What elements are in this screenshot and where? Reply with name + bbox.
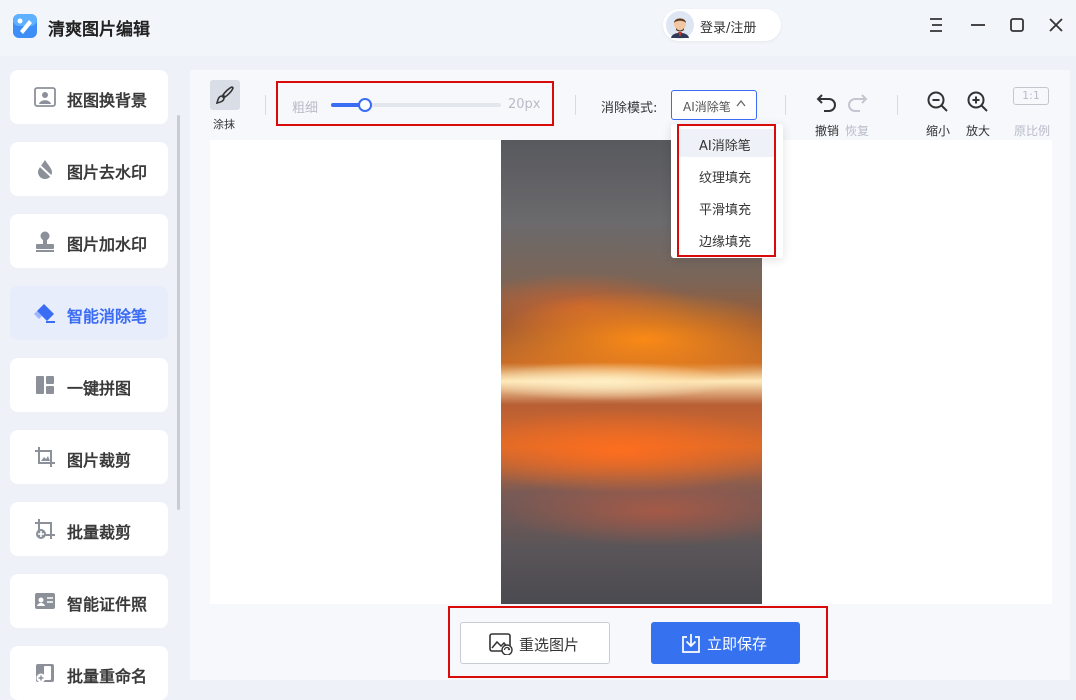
maximize-icon[interactable] — [1006, 14, 1028, 36]
original-ratio-button[interactable]: 1:1 原比例 — [1012, 78, 1052, 138]
highlight-action-buttons — [448, 606, 828, 678]
toolbar-divider — [897, 95, 898, 115]
close-icon[interactable] — [1045, 14, 1067, 36]
brush-icon — [215, 86, 234, 105]
smear-tool-button[interactable] — [210, 80, 240, 110]
sidebar-item-label: 智能消除笔 — [67, 307, 148, 326]
sidebar-item-label: 一键拼图 — [67, 379, 132, 398]
highlight-brush-size — [276, 81, 554, 126]
zoom-in-button[interactable]: 放大 — [958, 78, 998, 138]
sidebar-item-collage[interactable]: 一键拼图 — [10, 358, 168, 412]
eraser-icon — [34, 304, 55, 323]
zoom-in-label: 放大 — [965, 124, 990, 138]
sidebar-item-label: 图片加水印 — [67, 235, 148, 254]
redo-label: 恢复 — [844, 124, 869, 138]
title-bar: 清爽图片编辑 登录/注册 — [0, 0, 1076, 56]
minimize-icon[interactable] — [967, 14, 989, 36]
drop-icon — [36, 160, 54, 179]
sidebar-item-cutout-background[interactable]: 抠图换背景 — [10, 70, 168, 124]
portrait-icon — [34, 87, 56, 107]
toolbar-divider — [785, 95, 786, 115]
sidebar-item-label: 智能证件照 — [67, 595, 148, 614]
batch-crop-icon — [35, 519, 55, 539]
sidebar-item-remove-watermark[interactable]: 图片去水印 — [10, 142, 168, 196]
sidebar-item-id-photo[interactable]: 智能证件照 — [10, 574, 168, 628]
toolbar-divider — [265, 95, 266, 115]
smear-tool-label: 涂抹 — [213, 118, 235, 131]
erase-mode-select[interactable]: AI消除笔 — [671, 90, 757, 120]
sidebar-item-label: 批量重命名 — [67, 667, 148, 686]
undo-icon — [816, 94, 836, 112]
app-title: 清爽图片编辑 — [48, 20, 150, 40]
avatar-icon — [666, 11, 694, 39]
sidebar-item-label: 批量裁剪 — [67, 523, 132, 542]
sidebar-item-label: 图片裁剪 — [67, 451, 132, 470]
menu-icon[interactable] — [925, 14, 947, 36]
erase-mode-value: AI消除笔 — [683, 100, 731, 114]
app-logo-icon — [13, 14, 37, 38]
highlight-mode-options — [677, 124, 776, 257]
login-label: 登录/注册 — [700, 21, 757, 36]
editor-panel: 涂抹 粗细 20px 消除模式: AI消除笔 撤销 恢复 缩小 放大 1:1 原… — [190, 70, 1070, 680]
collage-icon — [36, 376, 54, 394]
sidebar: 抠图换背景 图片去水印 图片加水印 智能消除笔 一键拼图 图片裁剪 批量裁剪 智… — [0, 56, 188, 700]
zoom-out-icon — [927, 91, 948, 112]
zoom-out-button[interactable]: 缩小 — [918, 78, 958, 138]
sidebar-item-batch-rename[interactable]: 批量重命名 — [10, 646, 168, 700]
sidebar-item-batch-crop[interactable]: 批量裁剪 — [10, 502, 168, 556]
id-photo-icon — [35, 593, 55, 609]
original-ratio-label: 原比例 — [1013, 124, 1050, 138]
sidebar-item-add-watermark[interactable]: 图片加水印 — [10, 214, 168, 268]
sidebar-scrollbar[interactable] — [177, 115, 180, 510]
sidebar-item-crop[interactable]: 图片裁剪 — [10, 430, 168, 484]
zoom-in-icon — [967, 91, 988, 112]
redo-button[interactable]: 恢复 — [837, 78, 877, 138]
ratio-badge: 1:1 — [1013, 87, 1049, 105]
login-button[interactable]: 登录/注册 — [663, 9, 781, 41]
redo-icon — [848, 94, 868, 112]
stamp-icon — [36, 231, 54, 252]
erase-mode-label: 消除模式: — [601, 101, 658, 116]
chevron-up-icon — [736, 99, 746, 107]
image-canvas[interactable] — [210, 140, 1052, 604]
toolbar-divider — [575, 95, 576, 115]
crop-icon — [35, 447, 55, 467]
sidebar-item-label: 图片去水印 — [67, 163, 148, 182]
sidebar-item-label: 抠图换背景 — [67, 91, 148, 110]
rename-icon — [36, 664, 54, 683]
zoom-out-label: 缩小 — [925, 124, 950, 138]
sidebar-item-smart-eraser[interactable]: 智能消除笔 — [10, 286, 168, 340]
